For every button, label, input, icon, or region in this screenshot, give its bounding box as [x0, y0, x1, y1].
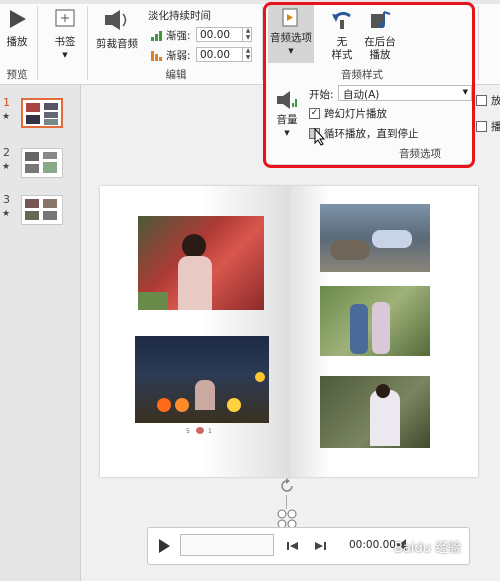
watermark-text: Baidu 经验: [394, 541, 462, 556]
rotate-handle-icon[interactable]: [278, 477, 296, 495]
animation-star-icon: ★: [2, 112, 11, 122]
edit-group-label: 编辑: [165, 69, 187, 81]
animation-star-icon: ★: [2, 209, 11, 219]
hide-during-show-checkbox[interactable]: [476, 95, 487, 106]
slide-thumbnail-3[interactable]: [21, 195, 63, 225]
fade-duration-title: 淡化持续时间: [148, 10, 211, 22]
page-number-right: 1: [208, 428, 212, 435]
play-button-label: 播放: [6, 36, 28, 48]
highlight-annotation: [263, 2, 475, 168]
photo-rocks-water[interactable]: [320, 204, 430, 272]
fade-out-label: 渐弱:: [166, 50, 191, 62]
progress-track[interactable]: [180, 534, 274, 556]
slide-thumbnail-2[interactable]: [21, 148, 63, 178]
page-ornament-icon: [196, 427, 204, 434]
play-button[interactable]: 播放: [4, 8, 30, 52]
connector-line: [286, 495, 287, 509]
rewind-after-play-label: 播: [491, 121, 500, 133]
animation-star-icon: ★: [2, 162, 11, 172]
separator: [87, 6, 88, 80]
trim-audio-button[interactable]: 剪裁音频: [94, 8, 140, 52]
fade-in-stepper[interactable]: ▲ ▼: [242, 27, 253, 42]
play-icon[interactable]: [156, 538, 172, 554]
page-number-left: 5: [186, 428, 190, 435]
separator: [478, 6, 479, 80]
photo-red-maple[interactable]: [138, 216, 264, 310]
preview-group-label: 预览: [6, 69, 28, 81]
hide-during-show-label: 放: [491, 95, 500, 107]
bookmark-icon: [55, 9, 75, 27]
bookmark-label: 书签: [54, 36, 76, 48]
separator: [37, 6, 38, 80]
bookmark-button[interactable]: 书签 ▼: [50, 8, 80, 62]
fade-in-label: 渐强:: [166, 30, 191, 42]
trim-audio-label: 剪裁音频: [96, 38, 138, 50]
fade-in-icon: [151, 31, 162, 41]
slide-thumbnail-1[interactable]: [21, 98, 63, 128]
slide-number: 3: [3, 193, 10, 206]
fade-out-stepper[interactable]: ▲ ▼: [242, 47, 253, 62]
photo-two-figures[interactable]: [320, 286, 430, 356]
rewind-icon[interactable]: [286, 540, 300, 552]
photo-stone-wall[interactable]: [320, 376, 430, 448]
photo-lanterns[interactable]: [135, 336, 269, 423]
slide-number: 1: [3, 96, 10, 109]
slide-number: 2: [3, 146, 10, 159]
trim-audio-icon: [105, 10, 127, 30]
play-icon: [10, 10, 26, 28]
rewind-after-play-checkbox[interactable]: [476, 121, 487, 132]
time-display: 00:00.00: [349, 539, 396, 551]
forward-icon[interactable]: [313, 540, 327, 552]
chevron-down-icon: ▼: [62, 51, 68, 59]
fade-out-icon: [151, 51, 162, 61]
